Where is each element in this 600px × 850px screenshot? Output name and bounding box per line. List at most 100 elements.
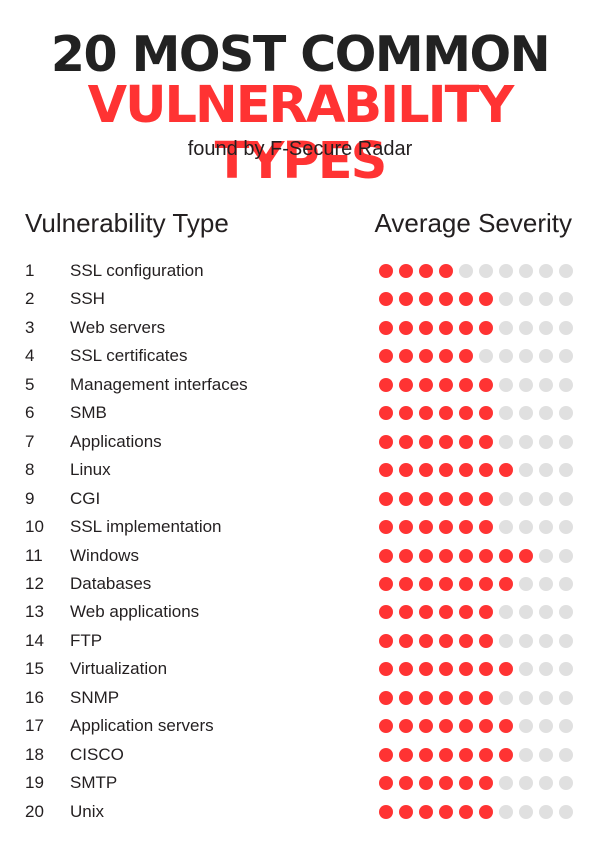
severity-dot-filled <box>499 463 513 478</box>
severity-dot-empty <box>559 406 573 421</box>
severity-rating <box>379 377 579 392</box>
rank-number: 6 <box>25 403 35 423</box>
severity-rating <box>379 320 579 335</box>
severity-dot-filled <box>439 292 453 307</box>
rank-number: 7 <box>25 431 35 451</box>
severity-dot-filled <box>439 747 453 762</box>
severity-dot-filled <box>419 576 433 591</box>
severity-dot-filled <box>439 434 453 449</box>
severity-rating <box>379 776 579 791</box>
vulnerability-type-label: Applications <box>70 431 162 451</box>
severity-dot-filled <box>439 491 453 506</box>
severity-dot-empty <box>539 548 553 563</box>
severity-dot-empty <box>499 633 513 648</box>
severity-dot-filled <box>439 776 453 791</box>
severity-dot-filled <box>379 520 393 535</box>
severity-rating <box>379 633 579 648</box>
severity-dot-empty <box>519 463 533 478</box>
table-row: 10 SSL implementation <box>0 513 600 541</box>
table-row: 8 Linux <box>0 456 600 484</box>
severity-dot-filled <box>459 292 473 307</box>
severity-dot-empty <box>539 605 553 620</box>
vulnerability-type-label: CGI <box>70 488 101 508</box>
severity-dot-empty <box>519 633 533 648</box>
vulnerability-type-label: SSH <box>70 289 105 309</box>
severity-dot-empty <box>559 633 573 648</box>
severity-dot-filled <box>439 804 453 819</box>
severity-dot-filled <box>419 776 433 791</box>
severity-dot-empty <box>499 320 513 335</box>
vulnerability-type-label: Windows <box>70 545 139 565</box>
rank-number: 4 <box>25 346 35 366</box>
severity-dot-empty <box>539 520 553 535</box>
severity-dot-filled <box>479 776 493 791</box>
severity-dot-empty <box>499 406 513 421</box>
severity-dot-filled <box>399 690 413 705</box>
table-row: 14 FTP <box>0 627 600 655</box>
severity-dot-filled <box>439 548 453 563</box>
severity-dot-filled <box>479 377 493 392</box>
severity-dot-filled <box>479 406 493 421</box>
vulnerability-type-label: Web applications <box>70 602 200 622</box>
table-row: 20 Unix <box>0 798 600 826</box>
table-row: 18 CISCO <box>0 741 600 769</box>
severity-dot-filled <box>439 406 453 421</box>
severity-dot-empty <box>539 491 553 506</box>
severity-dot-filled <box>379 576 393 591</box>
severity-dot-filled <box>379 491 393 506</box>
table-row: 19 SMTP <box>0 769 600 797</box>
severity-dot-empty <box>519 576 533 591</box>
severity-dot-filled <box>439 605 453 620</box>
severity-dot-empty <box>519 776 533 791</box>
severity-dot-filled <box>419 633 433 648</box>
severity-dot-empty <box>459 264 473 278</box>
table-row: 15 Virtualization <box>0 655 600 683</box>
severity-dot-empty <box>539 264 553 278</box>
rank-number: 10 <box>25 517 44 537</box>
severity-dot-empty <box>519 491 533 506</box>
severity-dot-filled <box>459 434 473 449</box>
severity-dot-empty <box>519 520 533 535</box>
severity-dot-filled <box>459 349 473 364</box>
severity-dot-filled <box>379 434 393 449</box>
severity-dot-filled <box>419 320 433 335</box>
severity-dot-filled <box>399 491 413 506</box>
severity-dot-filled <box>499 662 513 677</box>
severity-dot-filled <box>379 662 393 677</box>
vulnerability-type-label: Databases <box>70 573 152 593</box>
severity-dot-filled <box>399 377 413 392</box>
severity-dot-filled <box>399 576 413 591</box>
vulnerability-type-label: Linux <box>70 460 111 480</box>
severity-dot-filled <box>419 463 433 478</box>
severity-dot-filled <box>459 690 473 705</box>
severity-dot-filled <box>379 690 393 705</box>
severity-dot-filled <box>459 520 473 535</box>
severity-dot-filled <box>379 292 393 307</box>
severity-rating <box>379 548 579 563</box>
severity-dot-empty <box>559 548 573 563</box>
severity-dot-filled <box>479 747 493 762</box>
severity-dot-empty <box>559 776 573 791</box>
severity-dot-empty <box>559 434 573 449</box>
severity-dot-filled <box>419 434 433 449</box>
severity-dot-filled <box>459 747 473 762</box>
severity-dot-filled <box>479 520 493 535</box>
severity-dot-filled <box>479 719 493 734</box>
severity-dot-filled <box>419 406 433 421</box>
table-row: 4 SSL certificates <box>0 342 600 370</box>
severity-dot-empty <box>499 434 513 449</box>
severity-dot-filled <box>439 719 453 734</box>
table-row: 12 Databases <box>0 570 600 598</box>
rank-number: 15 <box>25 659 44 679</box>
severity-dot-filled <box>399 520 413 535</box>
severity-dot-empty <box>519 662 533 677</box>
severity-dot-filled <box>379 747 393 762</box>
severity-dot-filled <box>379 463 393 478</box>
title-line-2: VULNERABILITY TYPES <box>87 76 515 191</box>
severity-dot-empty <box>559 292 573 307</box>
table-row: 9 CGI <box>0 485 600 513</box>
severity-dot-filled <box>479 690 493 705</box>
severity-dot-filled <box>419 719 433 734</box>
severity-dot-empty <box>519 320 533 335</box>
severity-dot-filled <box>439 520 453 535</box>
